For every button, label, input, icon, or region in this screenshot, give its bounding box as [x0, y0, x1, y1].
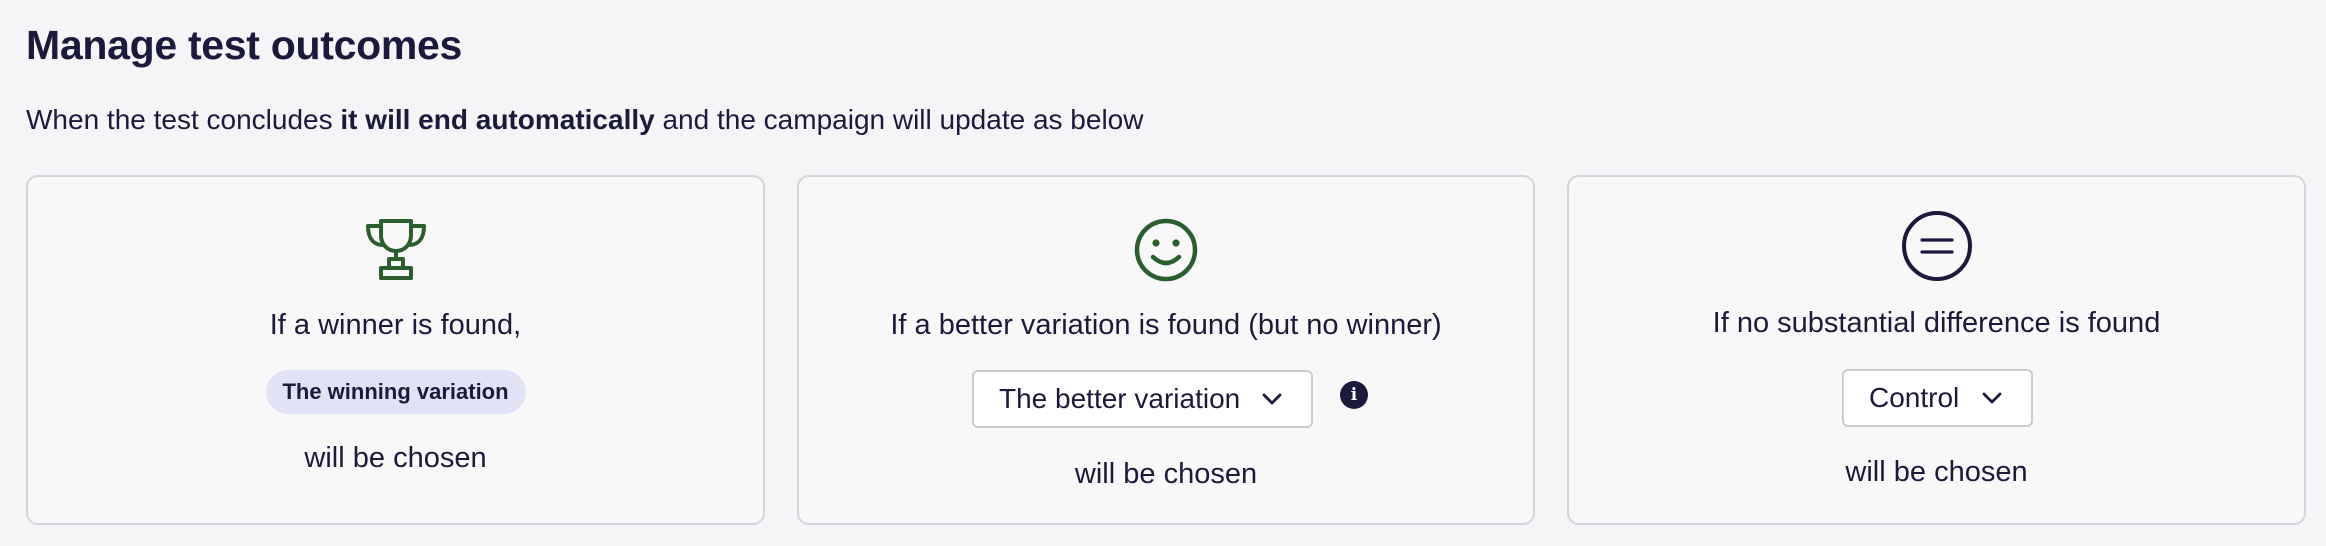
no-difference-outcome-card: If no substantial difference is found Co… — [1567, 175, 2306, 525]
better-variation-select-value: The better variation — [999, 383, 1241, 414]
page-description: When the test concludes it will end auto… — [26, 104, 1143, 136]
description-bold: it will end automatically — [340, 104, 655, 135]
trophy-icon — [365, 219, 426, 280]
description-prefix: When the test concludes — [26, 104, 341, 135]
no-difference-select[interactable]: Control — [1842, 369, 2033, 427]
winner-result-text: will be chosen — [304, 442, 487, 474]
winner-condition-text: If a winner is found, — [269, 309, 522, 341]
chevron-down-icon — [1262, 393, 1282, 405]
better-variation-result-text: will be chosen — [1074, 458, 1258, 490]
winning-variation-badge: The winning variation — [265, 370, 526, 414]
no-difference-condition-text: If no substantial difference is found — [1712, 307, 2161, 339]
better-variation-condition-text: If a better variation is found (but no w… — [890, 309, 1442, 341]
no-difference-result-text: will be chosen — [1845, 456, 2028, 488]
page-title: Manage test outcomes — [26, 22, 462, 68]
better-variation-outcome-card: If a better variation is found (but no w… — [797, 175, 1535, 525]
no-difference-select-value: Control — [1869, 382, 1960, 413]
winner-outcome-card: If a winner is found, The winning variat… — [26, 175, 765, 525]
description-suffix: and the campaign will update as below — [654, 104, 1144, 135]
better-variation-select[interactable]: The better variation — [972, 370, 1313, 428]
smiley-icon — [1134, 218, 1198, 282]
info-icon[interactable]: i — [1340, 381, 1368, 409]
chevron-down-icon — [1982, 392, 2002, 404]
equals-icon — [1901, 211, 1972, 281]
